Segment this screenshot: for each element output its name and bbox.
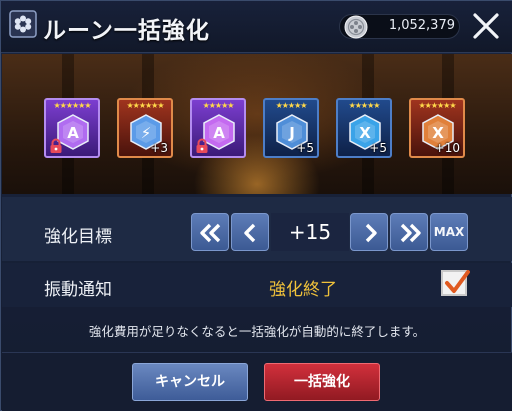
rune-slot[interactable]: ★★★★★★ X +10	[409, 98, 465, 158]
checkmark-icon	[445, 270, 470, 293]
rune-stars: ★★★★★	[348, 101, 381, 110]
chevron-right-icon	[365, 223, 377, 243]
rune-glyph: A	[213, 124, 225, 142]
target-label: 強化目標	[44, 227, 112, 247]
rune-stars: ★★★★★	[202, 101, 235, 110]
rune-slot[interactable]: ★★★★★ X +5	[336, 98, 392, 158]
max-button[interactable]: MAX	[430, 213, 468, 251]
rune-level: +10	[434, 141, 460, 155]
decrease-fast-button[interactable]	[191, 213, 229, 251]
dialog-title: ルーン一括強化	[43, 18, 210, 44]
double-chevron-left-icon	[200, 223, 221, 243]
rune-glyph: A	[67, 124, 79, 142]
target-level-value: +15	[271, 213, 349, 251]
rune-flower-icon	[9, 10, 37, 38]
rune-level: +3	[150, 141, 168, 155]
currency-value: 1,052,379	[388, 18, 455, 33]
rune-slot[interactable]: ★★★★★★ A	[44, 98, 100, 158]
rune-glyph: ⚡	[141, 124, 152, 142]
rune-stars: ★★★★★★	[418, 101, 456, 110]
lock-icon	[196, 138, 208, 153]
bulk-upgrade-button[interactable]: 一括強化	[264, 363, 380, 401]
increase-button[interactable]	[350, 213, 388, 251]
double-chevron-right-icon	[400, 223, 421, 243]
rune-slot[interactable]: ★★★★★ J +5	[263, 98, 319, 158]
cancel-button[interactable]: キャンセル	[132, 363, 248, 401]
rune-slot[interactable]: ★★★★★★ ⚡ +3	[117, 98, 173, 158]
lock-icon	[50, 138, 62, 153]
silver-coin-icon	[344, 15, 368, 39]
rune-stars: ★★★★★★	[126, 101, 164, 110]
rune-level: +5	[369, 141, 387, 155]
dialog-footer	[2, 352, 512, 411]
rune-glyph: X	[432, 124, 444, 142]
chevron-left-icon	[244, 223, 256, 243]
rune-stars: ★★★★★★	[53, 101, 91, 110]
rune-stars: ★★★★★	[275, 101, 308, 110]
rune-bulk-upgrade-dialog: ルーン一括強化 1,052,379 ★★★★★★ A ★★★★★★ ⚡ +3 ★★★★★ A…	[0, 0, 512, 411]
increase-fast-button[interactable]	[390, 213, 428, 251]
notify-status-text: 強化終了	[269, 280, 337, 300]
close-icon[interactable]	[471, 11, 501, 41]
rune-level: +5	[296, 141, 314, 155]
notify-label: 振動通知	[44, 280, 112, 300]
dialog-header: ルーン一括強化 1,052,379	[1, 1, 512, 53]
decrease-button[interactable]	[231, 213, 269, 251]
rune-glyph: J	[288, 124, 295, 142]
notify-checkbox[interactable]	[441, 270, 470, 296]
auto-stop-notice: 強化費用が足りなくなると一括強化が自動的に終了します。	[88, 324, 426, 339]
rune-slot[interactable]: ★★★★★ A	[190, 98, 246, 158]
rune-glyph: X	[359, 124, 371, 142]
